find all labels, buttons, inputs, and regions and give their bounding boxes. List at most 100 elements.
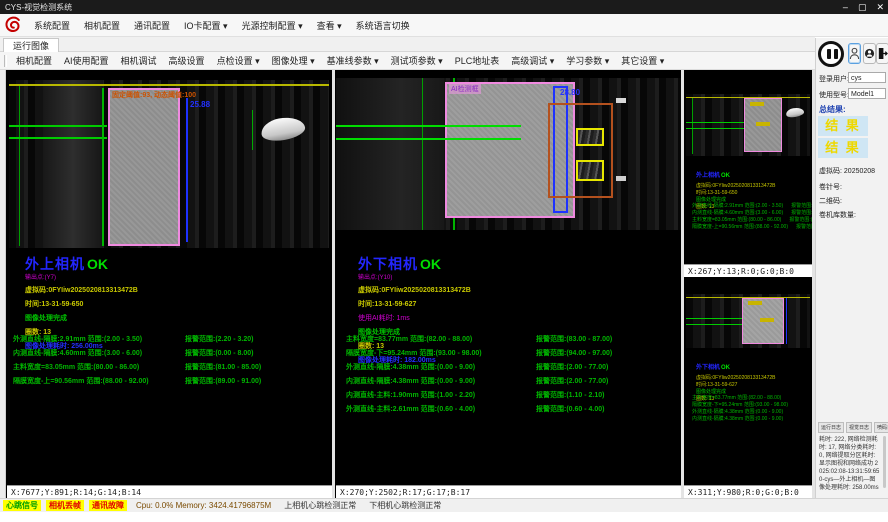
model-label: 使用型号: (819, 90, 849, 100)
measurement-row: 主料宽度=83.05mm 范围:(80.00 - 86.00)报警范围:(81.… (13, 362, 328, 376)
measurement-value: 内测直线-隔膜:4.60mm 范围:(3.00 - 6.00) (13, 348, 142, 358)
menu-item-system-config[interactable]: 系统配置 (27, 19, 77, 32)
time-label: 时间:13-31-59-627 (696, 381, 776, 388)
pixel-coords-readout: X:270;Y:2502;R:17;G:17;B:17 (336, 485, 681, 498)
tab-vision-log[interactable]: 视觉日志 (846, 422, 872, 433)
mini-annotation-2 (756, 122, 770, 126)
tool-image-processing[interactable]: 图像处理 ▾ (266, 54, 321, 67)
menu-item-view[interactable]: 查看 ▾ (310, 19, 349, 32)
upper-camera-heartbeat-link[interactable]: 上相机心跳检测正常 (284, 500, 356, 511)
threshold-overlay-text: 固定阈值:93, 动态阈值:100 (112, 90, 196, 100)
result-box-2: 结 果 (818, 138, 868, 158)
login-user-field[interactable]: cys (848, 72, 886, 83)
measurement-table-outer-upper: 外测直线-隔膜:2.91mm 范围:(2.00 - 3.50)报警范围:(2.2… (13, 334, 328, 390)
lower-camera-heartbeat-link[interactable]: 下相机心跳检测正常 (369, 500, 441, 511)
measurement-value: 主料宽度=83.77mm 范围:(82.00 - 88.00) (692, 394, 781, 401)
measurement-row: 隔膜宽度-下=95.24mm 范围:(93.00 - 98.00)报警范围:(9… (346, 348, 676, 362)
blue-measure-value: 25.88 (190, 100, 210, 109)
window-title: CYS-视觉检测系统 (5, 2, 72, 13)
camera-image-outer-upper[interactable]: 固定阈值:93, 动态阈值:100 25.88 (9, 80, 329, 248)
model-field[interactable]: Model1 (848, 88, 886, 99)
tab-run-log[interactable]: 运行日志 (818, 422, 844, 433)
measurement-row: 隔膜宽度-上=90.56mm 范围:(88.00 - 92.00)报警范围:(8… (13, 376, 328, 390)
measurement-alarm: 报警范围:(89.00 - 91.00) (185, 376, 261, 386)
tool-plc-address-table[interactable]: PLC地址表 (449, 54, 506, 67)
barcode-label: 虚拟码:0FYIiw2025020813313472B (696, 374, 776, 381)
tool-other-settings[interactable]: 其它设置 ▾ (615, 54, 670, 67)
heartbeat-signal-badge: 心跳信号 (3, 500, 41, 511)
blue-measure-value: 28.80 (560, 88, 580, 97)
mini-annotation-2 (760, 318, 774, 322)
pixel-coords-readout: X:267;Y:13;R:0;G:0;B:0 (684, 264, 812, 277)
log-tabs: 运行日志 视觉日志 喷码日志 (818, 422, 888, 433)
measurement-value: 外测直线-隔膜:4.38mm 范围:(0.00 - 9.00) (346, 362, 475, 372)
measurement-row: 主料宽度=83.77mm 范围:(82.00 - 88.00)报警范围:(83.… (346, 334, 676, 348)
login-user-button[interactable] (848, 43, 861, 64)
camera-name-label: 外上相机 (25, 256, 85, 272)
menu-item-io-card-config[interactable]: IO卡配置 ▾ (177, 19, 235, 32)
measurement-alarm: 报警范围:(81.00 - 85.00) (789, 216, 812, 223)
tab-spray-log[interactable]: 喷码日志 (874, 422, 888, 433)
measurement-value: 外测直线-隔膜:4.38mm 范围:(0.00 - 9.00) (692, 408, 783, 415)
overlay-green-bracket (252, 110, 253, 150)
pixel-coords-readout: X:311;Y:980;R:0;G:0;B:0 (684, 485, 812, 498)
tab-run-image[interactable]: 运行图像 (3, 38, 59, 52)
measurement-row: 外测直线-主料:2.61mm 范围:(0.60 - 4.00)报警范围:(0.6… (346, 404, 676, 418)
app-logo-icon (3, 15, 23, 35)
measurement-row: 外测直线-隔膜:4.38mm 范围:(0.00 - 9.00) 报警范围:(2.0… (346, 362, 676, 376)
cpu-memory-readout: Cpu: 0.0% Memory: 3424.41796875M (136, 501, 271, 510)
maximize-icon[interactable]: ▢ (858, 2, 867, 13)
mini-camera-image-top[interactable] (686, 94, 810, 156)
measurement-alarm: 报警范围:(2.00 - 77.00) (536, 376, 608, 386)
tool-ai-use-config[interactable]: AI使用配置 (58, 54, 115, 67)
minimize-icon[interactable]: – (843, 2, 848, 12)
measurement-row: 内测直线-主料:1.90mm 范围:(1.00 - 2.20)报警范围:(1.1… (346, 390, 676, 404)
measurement-alarm: 报警范围:(2.00 - 77.00) (536, 362, 608, 372)
barcode-label: 虚拟码:0FYIiw2025020813313472B (25, 285, 138, 295)
tool-camera-debug[interactable]: 相机调试 (115, 54, 163, 67)
tool-advanced-debug[interactable]: 高级调试 ▾ (505, 54, 560, 67)
menu-item-comm-config[interactable]: 通讯配置 (127, 19, 177, 32)
measurement-table-outer-lower: 主料宽度=83.77mm 范围:(82.00 - 88.00)报警范围:(83.… (346, 334, 676, 418)
tab-bar: 运行图像 (0, 37, 815, 52)
menu-item-language-switch[interactable]: 系统语言切换 (349, 19, 417, 32)
overlay-green-hline-1 (9, 125, 107, 127)
tool-camera-config[interactable]: 相机配置 (10, 54, 58, 67)
ai-detect-frame-label: AI检测框 (449, 84, 481, 94)
measurement-row: 外测直线-隔膜:2.91mm 范围:(2.00 - 3.50)报警范围:(2.2… (13, 334, 328, 348)
measurement-value: 外测直线-隔膜:2.91mm 范围:(2.00 - 3.50) (692, 202, 783, 209)
stock-count-label: 卷机库数量: (819, 210, 856, 220)
white-roller-object (785, 107, 804, 119)
tool-test-item-params[interactable]: 测试项参数 ▾ (385, 54, 449, 67)
measurement-row: 内测直线-隔膜:4.38mm 范围:(0.00 - 9.00)报警范围:(2.0… (346, 376, 676, 390)
menu-item-camera-config[interactable]: 相机配置 (77, 19, 127, 32)
close-icon[interactable]: ✕ (876, 2, 884, 13)
log-text: 耗时: 222, 网络检测耗时: 17, 网络分类耗时: 0, 网络提取分区耗时… (819, 436, 881, 492)
mini-view-bottom: 外下相机OK 虚拟码:0FYIiw2025020813313472B 时间:13… (684, 280, 812, 498)
left-collapsed-splitter[interactable] (0, 70, 6, 498)
measurement-alarm: 报警范围:(83.00 - 87.00) (536, 334, 612, 344)
tool-spot-check[interactable]: 点检设置 ▾ (211, 54, 266, 67)
tool-learning-params[interactable]: 学习参数 ▾ (560, 54, 615, 67)
log-scrollbar[interactable] (883, 436, 886, 488)
orange-roi-box (548, 103, 613, 198)
tool-advanced-settings[interactable]: 高级设置 (163, 54, 211, 67)
vcode-label: 虚拟码: 20250208 (819, 166, 875, 176)
exit-logout-button[interactable] (876, 43, 888, 64)
camera-status-ok: OK (87, 256, 108, 272)
total-result-label: 总结果: (819, 104, 846, 115)
camera-image-outer-lower[interactable]: AI检测框 28.80 (336, 78, 681, 230)
yellow-feature-box-2 (576, 160, 604, 181)
result-box-1: 结 果 (818, 116, 868, 136)
measurement-value: 主料宽度=83.05mm 范围:(80.00 - 86.00) (13, 362, 139, 372)
tool-baseline-params[interactable]: 基准线参数 ▾ (321, 54, 385, 67)
pause-button[interactable] (818, 41, 844, 67)
menu-item-light-control[interactable]: 光源控制配置 ▾ (235, 19, 310, 32)
measurement-value: 外测直线-隔膜:2.91mm 范围:(2.00 - 3.50) (13, 334, 142, 344)
splitter-left-center[interactable] (332, 70, 335, 498)
camera-frame-drop-badge: 相机丢帧 (46, 500, 84, 511)
barcode-label: 虚拟码:0FYIiw2025020813313472B (696, 182, 776, 189)
mini-camera-image-bottom[interactable] (686, 294, 810, 348)
camera-status-ok: OK (420, 256, 441, 272)
user-account-button[interactable] (863, 43, 876, 64)
